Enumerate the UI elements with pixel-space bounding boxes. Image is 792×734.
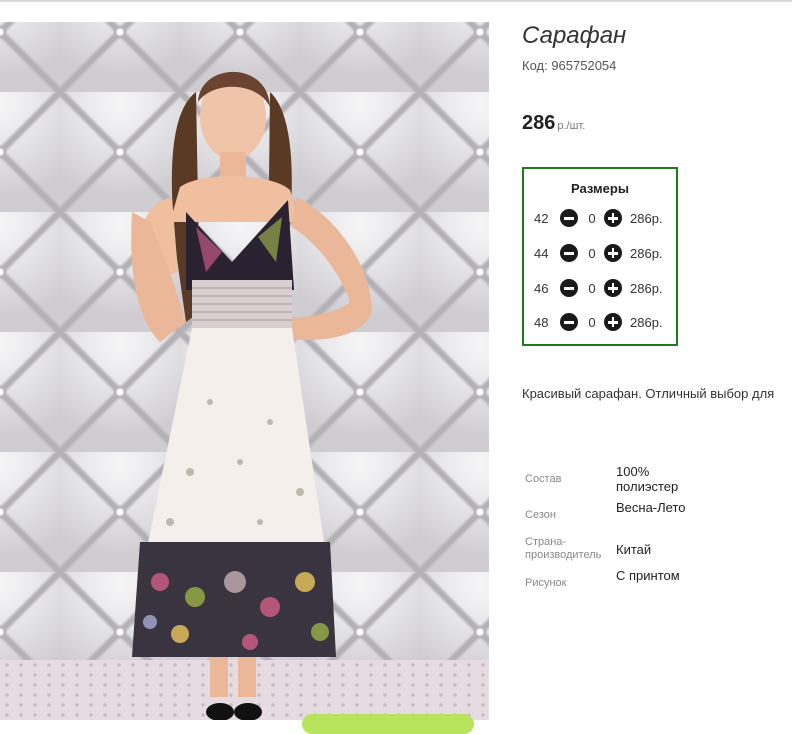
size-price: 286р.: [630, 246, 663, 261]
size-quantity: 0: [588, 281, 596, 296]
size-label: 48: [534, 315, 549, 330]
sizes-panel: Размеры 42 0 286р. 44 0 286р. 46 0 286р.…: [522, 167, 678, 346]
model-in-dress-illustration: [131, 71, 372, 720]
minus-circle-icon[interactable]: [560, 279, 578, 297]
attribute-value: Весна-Лето: [616, 500, 686, 515]
size-price: 286р.: [630, 281, 663, 296]
product-photo[interactable]: [0, 22, 489, 720]
price-value: 286: [522, 112, 556, 134]
plus-circle-icon[interactable]: [604, 279, 622, 297]
product-title: Сарафан: [522, 22, 627, 49]
attribute-value: Китай: [616, 542, 652, 557]
size-quantity: 0: [588, 315, 596, 330]
top-divider: [0, 0, 792, 2]
product-price: 286 р./шт.: [522, 112, 585, 135]
attribute-key: Страна-производитель: [525, 536, 602, 561]
attribute-key: Сезон: [525, 509, 556, 521]
price-unit: р./шт.: [557, 120, 586, 132]
size-label: 46: [534, 281, 549, 296]
attribute-key: Состав: [525, 473, 562, 485]
sizes-heading: Размеры: [571, 181, 629, 196]
size-label: 42: [534, 211, 549, 226]
size-price: 286р.: [630, 315, 663, 330]
size-price: 286р.: [630, 211, 663, 226]
minus-circle-icon[interactable]: [560, 313, 578, 331]
attribute-value: С принтом: [616, 568, 680, 583]
minus-circle-icon[interactable]: [560, 244, 578, 262]
size-quantity: 0: [588, 246, 596, 261]
attribute-value: 100% полиэстер: [616, 464, 679, 494]
size-quantity: 0: [588, 211, 596, 226]
attribute-key: Рисунок: [525, 577, 567, 589]
size-label: 44: [534, 246, 549, 261]
plus-circle-icon[interactable]: [604, 313, 622, 331]
product-description: Красивый сарафан. Отличный выбор для: [522, 386, 775, 401]
add-to-cart-button[interactable]: [302, 714, 474, 734]
product-code: Код: 965752054: [522, 58, 617, 73]
minus-circle-icon[interactable]: [560, 209, 578, 227]
plus-circle-icon[interactable]: [604, 209, 622, 227]
plus-circle-icon[interactable]: [604, 244, 622, 262]
